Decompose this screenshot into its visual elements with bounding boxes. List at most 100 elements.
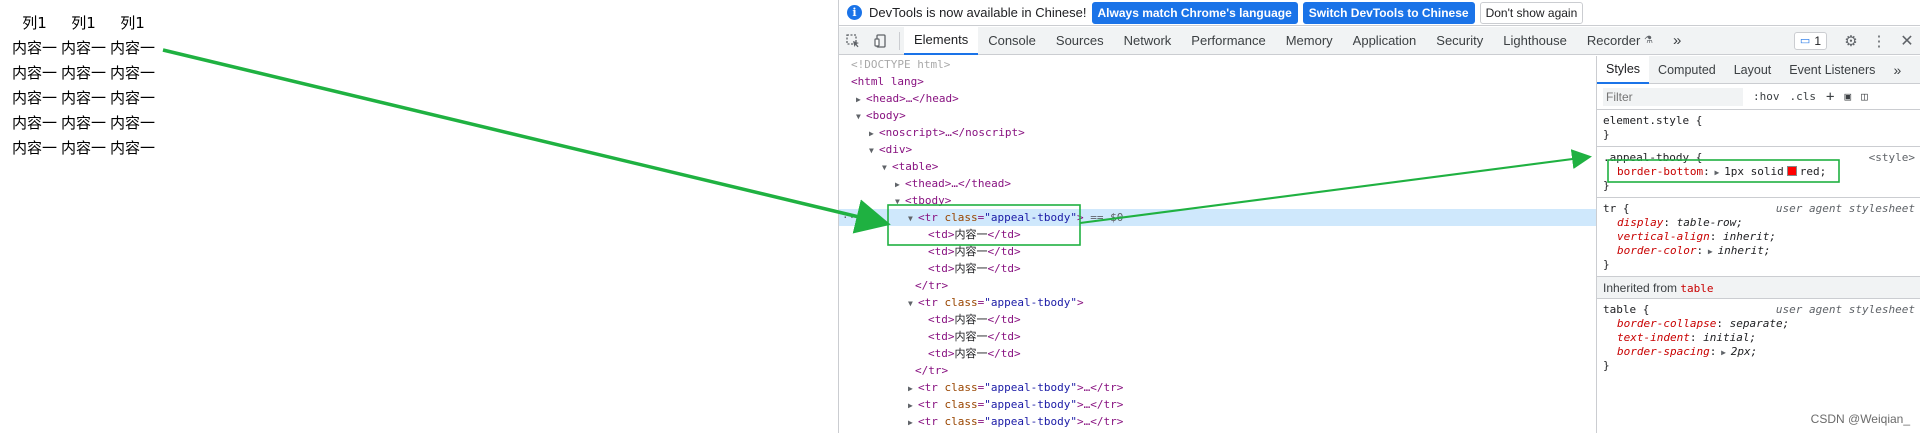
td-text: 内容一 [954,245,988,258]
css-declaration: vertical-align: inherit; [1617,230,1776,243]
dom-tr-collapsed[interactable]: ▶ <tr class="appeal-tbody">…</tr> [908,413,1123,430]
rule-source-link[interactable]: <style> [1869,151,1915,164]
collapse-triangle-icon[interactable]: ▼ [869,142,879,159]
table-cell: 内容一 [61,114,107,132]
styles-pane: Styles Computed Layout Event Listeners »… [1596,56,1920,433]
dom-td[interactable]: <td>内容一</td> [928,328,1021,345]
collapsed-close: …</tr> [1083,398,1124,411]
dom-tr-collapsed[interactable]: ▶ <tr class="appeal-tbody">…</tr> [908,379,1123,396]
new-rule-icon[interactable]: + [1826,89,1834,105]
noscript-tag: <noscript>…</noscript> [879,126,1025,139]
thead-tag: <thead>…</thead> [905,177,1011,190]
rule-close: } [1603,128,1610,141]
collapsed-close: …</tr> [1083,415,1124,428]
expand-triangle-icon[interactable]: ▶ [908,414,918,431]
expand-triangle-icon[interactable]: ▶ [869,125,879,142]
styles-filter-row: :hov .cls + ▣ ◫ [1597,84,1920,110]
expand-triangle-icon[interactable]: ▶ [1703,247,1717,256]
dom-head[interactable]: ▶ <head>…</head> [856,90,959,107]
subtab-styles[interactable]: Styles [1597,56,1650,84]
subtab-event-listeners[interactable]: Event Listeners [1780,56,1884,84]
dom-tbody[interactable]: ▼ <tbody> [895,192,951,209]
table-row: 内容一 内容一 内容一 [11,136,156,159]
css-value: initial; [1703,331,1757,344]
issues-badge[interactable]: ▭ 1 [1793,31,1827,50]
expand-triangle-icon[interactable]: ▶ [1710,168,1724,177]
css-declaration[interactable]: border-bottom: ▶ 1px solid red; [1603,165,1915,179]
tab-elements[interactable]: Elements [904,26,979,55]
expand-triangle-icon[interactable]: ▶ [856,91,866,108]
tab-memory[interactable]: Memory [1276,27,1343,55]
dom-tr-selected[interactable]: ··· ▼ <tr class="appeal-tbody"> == $0 [839,209,1596,226]
collapse-triangle-icon[interactable]: ▼ [882,159,892,176]
dom-tr-close[interactable]: </tr> [915,362,948,379]
dom-td[interactable]: <td>内容一</td> [928,243,1021,260]
element-style-block: element.style { } [1597,110,1920,147]
inspect-element-icon[interactable] [839,27,867,55]
more-actions-dots[interactable]: ··· [842,209,862,226]
dom-tr-collapsed[interactable]: ▶ <tr class="appeal-tbody">…</tr> [908,396,1123,413]
tab-security[interactable]: Security [1426,27,1493,55]
dont-show-again-button[interactable]: Don't show again [1479,1,1584,24]
tab-recorder[interactable]: Recorder ⚗ [1577,27,1663,55]
settings-gear-icon[interactable]: ⚙ [1837,27,1865,55]
tab-network[interactable]: Network [1114,27,1182,55]
doctype-text: <!DOCTYPE html> [851,58,951,71]
html-tag: <html lang> [851,75,924,88]
expand-triangle-icon[interactable]: ▶ [1716,348,1730,357]
tab-lighthouse[interactable]: Lighthouse [1493,27,1577,55]
dom-td[interactable]: <td>内容一</td> [928,311,1021,328]
dom-td[interactable]: <td>内容一</td> [928,260,1021,277]
table-cell: 内容一 [12,64,58,82]
table-cell: 内容一 [61,89,107,107]
subtab-layout[interactable]: Layout [1725,56,1781,84]
collapse-triangle-icon[interactable]: ▼ [908,295,918,312]
dom-table[interactable]: ▼ <table> [882,158,938,175]
dom-html[interactable]: <html lang> [851,73,924,90]
close-icon[interactable]: ✕ [1893,27,1920,55]
styles-filter-input[interactable] [1603,87,1743,106]
collapse-triangle-icon[interactable]: ▼ [895,193,905,210]
css-property: border-bottom [1617,165,1704,178]
dom-noscript[interactable]: ▶ <noscript>…</noscript> [869,124,1025,141]
hover-state-toggle[interactable]: :hov [1753,90,1780,103]
table-cell: 内容一 [12,139,58,157]
table-tag: <table> [892,160,939,173]
tab-console[interactable]: Console [978,27,1046,55]
collapse-triangle-icon[interactable]: ▼ [908,210,918,227]
tab-sources[interactable]: Sources [1046,27,1114,55]
table-row: 内容一 内容一 内容一 [11,86,156,109]
subtab-computed[interactable]: Computed [1649,56,1725,84]
dom-td[interactable]: <td>内容一</td> [928,226,1021,243]
class-toggle[interactable]: .cls [1790,90,1817,103]
device-toolbar-icon[interactable] [867,27,895,55]
collapse-triangle-icon[interactable]: ▼ [856,108,866,125]
dom-tr[interactable]: ▼ <tr class="appeal-tbody"> [908,294,1084,311]
always-match-language-button[interactable]: Always match Chrome's language [1091,1,1298,24]
attr-name: class [944,296,978,309]
kebab-menu-icon[interactable]: ⋮ [1865,27,1893,55]
sidebar-toggle-icon[interactable]: ◫ [1861,90,1868,103]
expand-triangle-icon[interactable]: ▶ [895,176,905,193]
css-value: 2px; [1730,345,1758,358]
rendered-page: 列1 列1 列1 内容一 内容一 内容一 内容一 内容一 内容一 内容一 内容一 内容一 内… [0,0,838,433]
dom-tr-close[interactable]: </tr> [915,277,948,294]
paint-icon[interactable]: ▣ [1844,90,1851,103]
table-ua-rule: user agent stylesheet table { border-col… [1597,299,1920,377]
tab-recorder-label: Recorder [1586,33,1641,48]
dom-td[interactable]: <td>内容一</td> [928,345,1021,362]
color-swatch[interactable] [1786,166,1797,176]
more-subtabs-button[interactable]: » [1884,56,1910,84]
dom-doctype[interactable]: <!DOCTYPE html> [851,56,950,73]
inherited-from-link[interactable]: table [1680,282,1713,295]
more-tabs-button[interactable]: » [1663,27,1691,55]
tab-application[interactable]: Application [1343,27,1427,55]
dom-thead[interactable]: ▶ <thead>…</thead> [895,175,1011,192]
dom-body[interactable]: ▼ <body> [856,107,906,124]
table-cell: 内容一 [110,39,156,57]
dom-div[interactable]: ▼ <div> [869,141,912,158]
expand-triangle-icon[interactable]: ▶ [908,380,918,397]
expand-triangle-icon[interactable]: ▶ [908,397,918,414]
tab-performance[interactable]: Performance [1181,27,1275,55]
switch-to-chinese-button[interactable]: Switch DevTools to Chinese [1302,1,1475,24]
